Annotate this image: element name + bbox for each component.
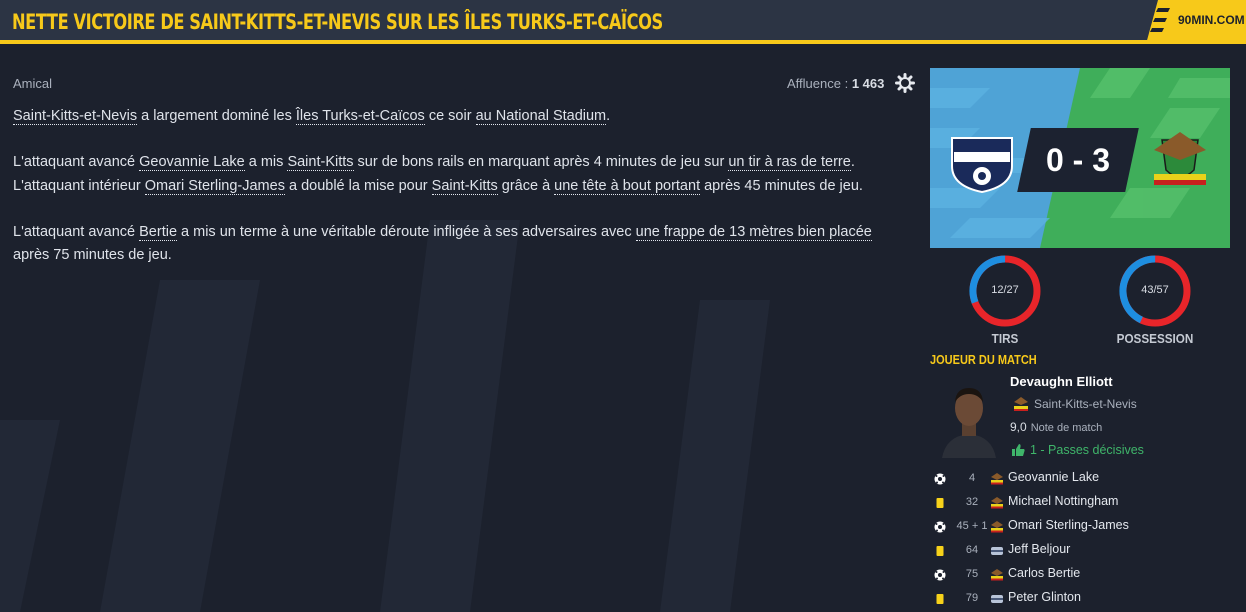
text: après 45 minutes de jeu.	[700, 178, 863, 194]
motm-rating: 9,0 Note de match	[1010, 420, 1102, 434]
yellow-card-icon	[936, 498, 944, 508]
possession-value: 43/57	[1141, 284, 1169, 296]
motm-player-name[interactable]: Devaughn Elliott	[1010, 374, 1113, 389]
article-paragraph-4: L'attaquant avancé Bertie a mis un terme…	[13, 220, 872, 244]
goal-link-2[interactable]: une tête à bout portant	[554, 178, 701, 195]
ball-icon	[934, 521, 946, 533]
event-player[interactable]: Jeff Beljour	[1008, 542, 1070, 556]
event-minute: 75	[965, 568, 979, 580]
attendance: Affluence : 1 463	[787, 76, 884, 91]
event-row[interactable]: 75 Carlos Bertie	[930, 564, 1246, 586]
home-team-crest	[951, 137, 1013, 194]
text: a mis	[244, 154, 288, 170]
match-category: Amical	[13, 76, 53, 91]
ball-icon	[934, 569, 946, 581]
event-player[interactable]: Carlos Bertie	[1008, 566, 1080, 580]
team-link-skn-short-2[interactable]: Saint-Kitts	[431, 178, 498, 195]
stadium-link[interactable]: au National Stadium	[475, 108, 607, 125]
event-minute: 4	[968, 472, 976, 484]
text: a doublé la mise pour	[284, 178, 432, 194]
logo-text: 90MIN.COM	[1178, 13, 1245, 27]
team-crest-icon	[991, 473, 1003, 485]
event-row[interactable]: 4 Geovannie Lake	[930, 468, 1246, 490]
text: grâce à	[497, 178, 555, 194]
goal-link-3[interactable]: une frappe de 13 mètres bien placée	[635, 224, 872, 241]
rating-label: Note de match	[1030, 422, 1103, 434]
player-link-bertie[interactable]: Bertie	[139, 224, 178, 241]
goal-link-1[interactable]: un tir à ras de terre	[728, 154, 851, 171]
text: sur de bons rails en marquant après 4 mi…	[353, 154, 729, 170]
event-row[interactable]: 45 + 1 Omari Sterling-James	[930, 516, 1246, 538]
player-avatar[interactable]	[938, 378, 1000, 458]
ball-icon	[934, 473, 946, 485]
player-link-sterling-james[interactable]: Omari Sterling-James	[144, 178, 285, 195]
text: L'attaquant avancé	[13, 224, 140, 240]
text: .	[606, 108, 611, 124]
team-crest-icon	[991, 595, 1003, 603]
player-link-lake[interactable]: Geovannie Lake	[139, 154, 245, 171]
text: a largement dominé les	[137, 108, 296, 124]
event-player[interactable]: Geovannie Lake	[1008, 470, 1099, 484]
event-minute: 64	[965, 544, 979, 556]
event-row[interactable]: 32 Michael Nottingham	[930, 492, 1246, 514]
team-crest-icon	[991, 497, 1003, 509]
text: a mis un terme à une véritable déroute i…	[177, 224, 636, 240]
event-row[interactable]: 64 Jeff Beljour	[930, 540, 1246, 562]
shots-label: TIRS	[991, 331, 1019, 346]
yellow-card-icon	[936, 594, 944, 604]
text: .	[850, 154, 855, 170]
article-paragraph-3: L'attaquant intérieur Omari Sterling-Jam…	[13, 174, 863, 198]
score: 0 - 3	[1045, 142, 1111, 178]
header-accent-stripe	[0, 40, 1246, 44]
team-crest-icon	[1014, 397, 1028, 411]
motm-player-team[interactable]: Saint-Kitts-et-Nevis	[1034, 397, 1137, 411]
event-player[interactable]: Peter Glinton	[1008, 590, 1081, 604]
yellow-card-icon	[936, 546, 944, 556]
article-paragraph-1: Saint-Kitts-et-Nevis a largement dominé …	[13, 104, 610, 128]
90min-logo[interactable]: 90MIN.COM	[1140, 0, 1246, 44]
team-crest-icon	[991, 521, 1003, 533]
team-link-skn[interactable]: Saint-Kitts-et-Nevis	[13, 108, 138, 125]
article-header: NETTE VICTOIRE DE SAINT-KITTS-ET-NEVIS S…	[0, 0, 1246, 44]
event-minute: 45 + 1	[956, 520, 988, 532]
team-link-skn-short[interactable]: Saint-Kitts	[287, 154, 354, 171]
article-paragraph-5: après 75 minutes de jeu.	[13, 247, 172, 263]
gear-icon[interactable]	[895, 73, 915, 93]
event-player[interactable]: Omari Sterling-James	[1008, 518, 1129, 532]
text: L'attaquant intérieur	[13, 178, 145, 194]
team-crest-icon	[991, 547, 1003, 555]
article-title: NETTE VICTOIRE DE SAINT-KITTS-ET-NEVIS S…	[12, 10, 663, 34]
thumbs-up-icon	[1012, 444, 1025, 456]
possession-label: POSSESSION	[1116, 331, 1194, 346]
team-link-tci[interactable]: Îles Turks-et-Caïcos	[295, 108, 425, 125]
event-minute: 32	[965, 496, 979, 508]
article-paragraph-2: L'attaquant avancé Geovannie Lake a mis …	[13, 150, 855, 174]
motm-title: JOUEUR DU MATCH	[930, 353, 1037, 367]
rating-value: 9,0	[1010, 420, 1027, 434]
text: ce soir	[424, 108, 476, 124]
event-player[interactable]: Michael Nottingham	[1008, 494, 1118, 508]
text: L'attaquant avancé	[13, 154, 140, 170]
event-row[interactable]: 79 Peter Glinton	[930, 588, 1246, 610]
attendance-value: 1 463	[851, 76, 885, 91]
shots-value: 12/27	[991, 284, 1019, 296]
motm-assists: 1 - Passes décisives	[1030, 443, 1144, 457]
event-minute: 79	[965, 592, 979, 604]
attendance-label: Affluence :	[787, 76, 852, 91]
team-crest-icon	[991, 569, 1003, 581]
